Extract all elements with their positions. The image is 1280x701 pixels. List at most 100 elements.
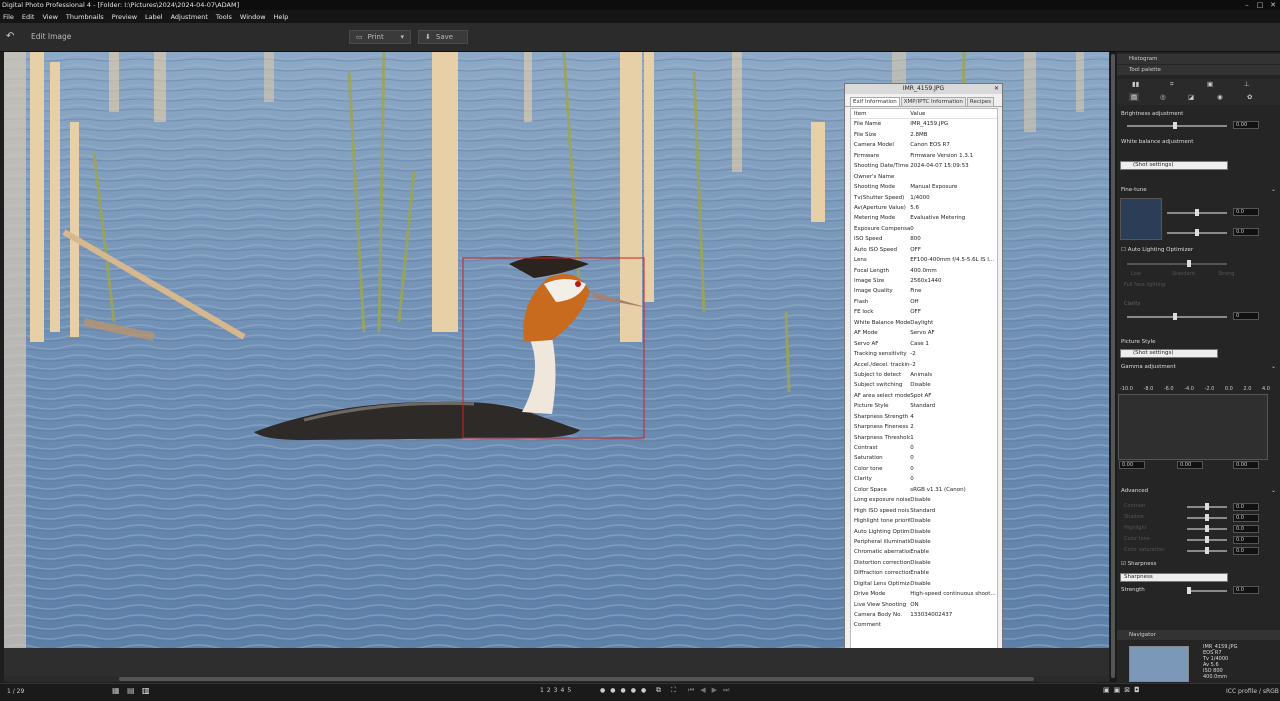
minimize-icon[interactable]: – (1240, 0, 1254, 10)
advanced-item-label: Color saturation (1124, 547, 1165, 553)
compare-icon[interactable]: ⧉ (656, 686, 661, 695)
strength-label: Strength (1121, 587, 1145, 593)
exif-tabs: Exif Information XMP/IPTC Information Re… (845, 97, 1002, 107)
brightness-slider[interactable] (1127, 122, 1227, 129)
advanced-slider[interactable] (1187, 547, 1227, 554)
clarity-value[interactable]: 0 (1233, 312, 1259, 320)
advanced-slider[interactable] (1187, 536, 1227, 543)
color-grid-picker[interactable] (1120, 198, 1162, 240)
navigator-thumbnail[interactable] (1129, 646, 1189, 682)
view-icon[interactable]: ▣ (1207, 80, 1213, 88)
grid-view-icon[interactable]: ▦ (112, 686, 120, 695)
view-mode-icons[interactable]: ▣▣⊠◘ (1103, 686, 1144, 694)
basic-adjust-icon[interactable]: ▮▮ (1132, 80, 1139, 88)
rating-button[interactable]: 4 (560, 687, 564, 694)
advanced-slider[interactable] (1187, 525, 1227, 532)
rating-button[interactable]: 2 (547, 687, 551, 694)
exif-value: -2 (910, 351, 916, 358)
menu-view[interactable]: View (42, 13, 57, 21)
stamp-icon[interactable]: ⊥ (1244, 80, 1250, 88)
maximize-icon[interactable]: □ (1253, 0, 1267, 10)
alo-slider[interactable] (1127, 260, 1227, 267)
advanced-value[interactable]: 0.0 (1233, 514, 1259, 522)
rating-button[interactable]: 5 (567, 687, 571, 694)
brightness-value[interactable]: 0.00 (1233, 121, 1259, 129)
edit-view-icon[interactable]: ▥ (142, 686, 150, 695)
exif-value: Canon EOS R7 (910, 142, 950, 149)
horizontal-scrollbar[interactable] (4, 676, 1109, 682)
save-button[interactable]: ⬇ Save (418, 30, 468, 44)
exif-item: Focal Length (854, 267, 889, 274)
sharpness-select[interactable]: Sharpness (1120, 573, 1228, 582)
alo-checkbox-label[interactable]: ☐ Auto Lighting Optimizer (1121, 247, 1193, 253)
exif-row: Focal Length 400.0mm (851, 266, 997, 276)
crop-icon[interactable]: ⌗ (1170, 80, 1174, 89)
image-tab-icon[interactable]: ▤ (1129, 93, 1140, 101)
exif-item: Chromatic aberration ... (854, 549, 911, 556)
advanced-value[interactable]: 0.0 (1233, 536, 1259, 544)
menu-file[interactable]: File (3, 13, 14, 21)
advanced-value[interactable]: 0.0 (1233, 503, 1259, 511)
strength-slider[interactable] (1187, 587, 1227, 594)
nav-arrows-icon[interactable]: ⏮◀▶⏭ (688, 686, 735, 695)
menu-window[interactable]: Window (240, 13, 266, 21)
print-button[interactable]: ▭ Print ▾ (349, 30, 411, 44)
exif-value: 400.0mm (910, 267, 937, 274)
gamma-tick-label: -8.0 (1143, 386, 1154, 392)
chevron-down-icon[interactable]: ⌄ (1271, 487, 1276, 494)
close-icon[interactable]: ✕ (994, 84, 999, 94)
tab-exif-information[interactable]: Exif Information (850, 97, 900, 106)
advanced-value[interactable]: 0.0 (1233, 547, 1259, 555)
menu-edit[interactable]: Edit (22, 13, 35, 21)
white-balance-select[interactable]: (Shot settings) (1120, 161, 1228, 170)
clarity-slider[interactable] (1127, 313, 1227, 320)
noise-icon[interactable]: ◎ (1160, 93, 1166, 101)
label-dots-icon[interactable]: ●●●●● (600, 687, 651, 694)
histogram-header[interactable]: Histogram (1117, 54, 1280, 64)
gamma-value-3[interactable]: 0.00 (1233, 461, 1259, 469)
tab-recipes[interactable]: Recipes (966, 97, 995, 106)
gamma-tick-label: 2.0 (1243, 386, 1252, 392)
white-balance-label: White balance adjustment (1121, 139, 1194, 145)
lens-icon[interactable]: ◉ (1217, 93, 1223, 101)
menu-preview[interactable]: Preview (112, 13, 137, 21)
exif-item: Av(Aperture Value) (854, 204, 906, 211)
chevron-down-icon[interactable]: ⌄ (1271, 186, 1276, 193)
curve-icon[interactable]: ◪ (1188, 93, 1194, 101)
fine-tune-value-1[interactable]: 0.0 (1233, 208, 1259, 216)
exif-item: Accel./decel. tracking (854, 361, 911, 368)
exif-row: Camera Model Canon EOS R7 (851, 140, 997, 150)
menu-adjustment[interactable]: Adjustment (171, 13, 208, 21)
tab-xmp-iptc[interactable]: XMP/IPTC Information (900, 97, 966, 106)
vertical-scrollbar[interactable] (1110, 52, 1116, 682)
advanced-slider[interactable] (1187, 514, 1227, 521)
gamma-value-2[interactable]: 0.00 (1177, 461, 1203, 469)
fine-tune-slider-1[interactable] (1167, 209, 1227, 216)
gamma-value-1[interactable]: 0.00 (1119, 461, 1145, 469)
chevron-down-icon[interactable]: ▾ (400, 31, 404, 43)
fullscreen-icon[interactable]: ⛶ (671, 686, 676, 695)
advanced-value[interactable]: 0.0 (1233, 525, 1259, 533)
sharpness-checkbox[interactable]: ☑ Sharpness (1121, 561, 1156, 567)
menu-tools[interactable]: Tools (216, 13, 232, 21)
back-icon[interactable]: ↶ (6, 31, 14, 42)
single-view-icon[interactable]: ▤ (127, 686, 135, 695)
menu-help[interactable]: Help (274, 13, 289, 21)
fine-tune-value-2[interactable]: 0.0 (1233, 228, 1259, 236)
close-icon[interactable]: ✕ (1266, 0, 1280, 10)
menu-thumbnails[interactable]: Thumbnails (66, 13, 104, 21)
gear-icon[interactable]: ✿ (1247, 93, 1252, 101)
rating-button[interactable]: 1 (540, 687, 544, 694)
exif-value: 1 (910, 434, 914, 441)
gamma-graph[interactable] (1118, 394, 1268, 460)
advanced-slider[interactable] (1187, 503, 1227, 510)
gamma-label: Gamma adjustment (1121, 364, 1176, 370)
navigator-header[interactable]: Navigator (1117, 630, 1280, 640)
picture-style-select[interactable]: (Shot settings) (1120, 349, 1218, 358)
fine-tune-slider-2[interactable] (1167, 229, 1227, 236)
tool-palette-header[interactable]: Tool palette (1117, 65, 1280, 75)
rating-button[interactable]: 3 (554, 687, 558, 694)
chevron-down-icon[interactable]: ⌄ (1271, 363, 1276, 370)
menu-label[interactable]: Label (145, 13, 163, 21)
strength-value[interactable]: 0.0 (1233, 586, 1259, 594)
